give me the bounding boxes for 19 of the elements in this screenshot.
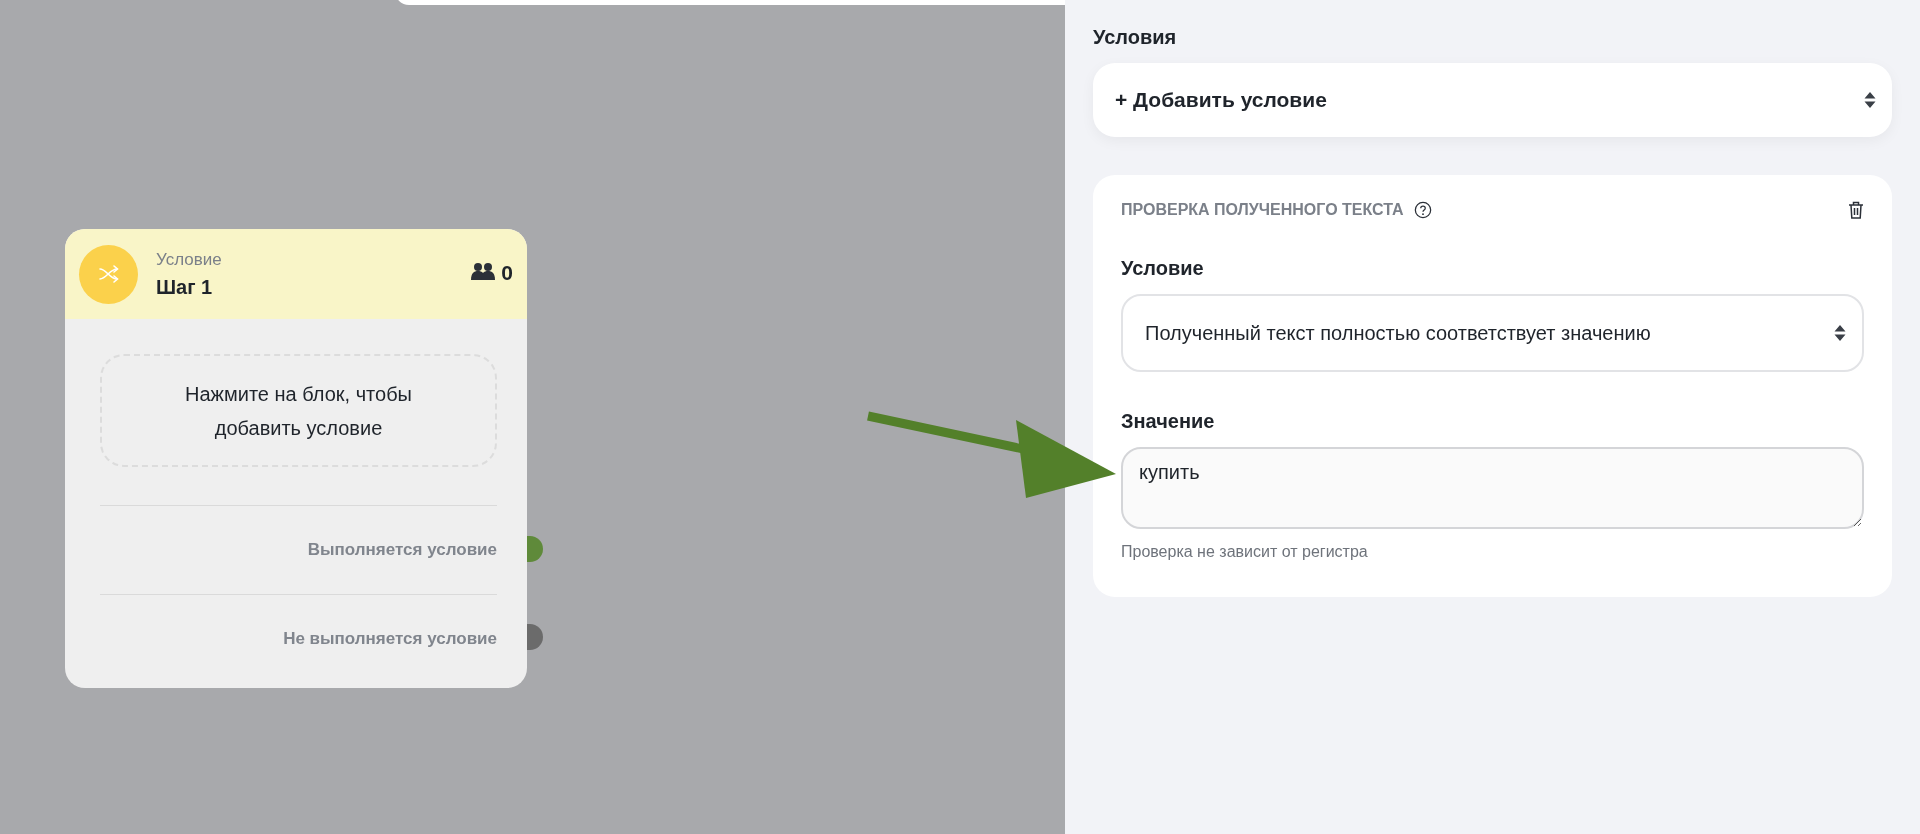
value-field[interactable]: купить: [1121, 447, 1864, 529]
add-condition-select[interactable]: + Добавить условие: [1093, 63, 1892, 137]
updown-icon: [1834, 324, 1846, 342]
node-type-label: Условие: [156, 249, 223, 270]
field-label: Условие: [1121, 257, 1205, 280]
condition-title: ПРОВЕРКА ПОЛУЧЕННОГО ТЕКСТА: [1121, 201, 1404, 219]
node-title: Шаг 1: [156, 275, 214, 299]
add-condition-dropzone[interactable]: Нажмите на блок, чтобы добавить условие: [100, 354, 497, 467]
section-title: Условия: [1093, 26, 1178, 49]
field-label: Значение: [1121, 410, 1216, 433]
node-card[interactable]: Условие Шаг 1 0 Нажмите на блок, чтобы добавить условие Выполняется условие Не выполняется условие: [65, 229, 527, 688]
subscriber-count: 0: [501, 261, 513, 285]
updown-icon: [1864, 91, 1876, 109]
condition-select[interactable]: Полученный текст полностью соответствует значению: [1121, 294, 1864, 372]
hint-text: Проверка не зависит от регистра: [1121, 543, 1369, 561]
help-icon[interactable]: [1413, 201, 1432, 219]
output-label: Не выполняется условие: [283, 629, 497, 649]
output-label: Выполняется условие: [307, 540, 497, 560]
trash-icon[interactable]: [1848, 201, 1864, 219]
